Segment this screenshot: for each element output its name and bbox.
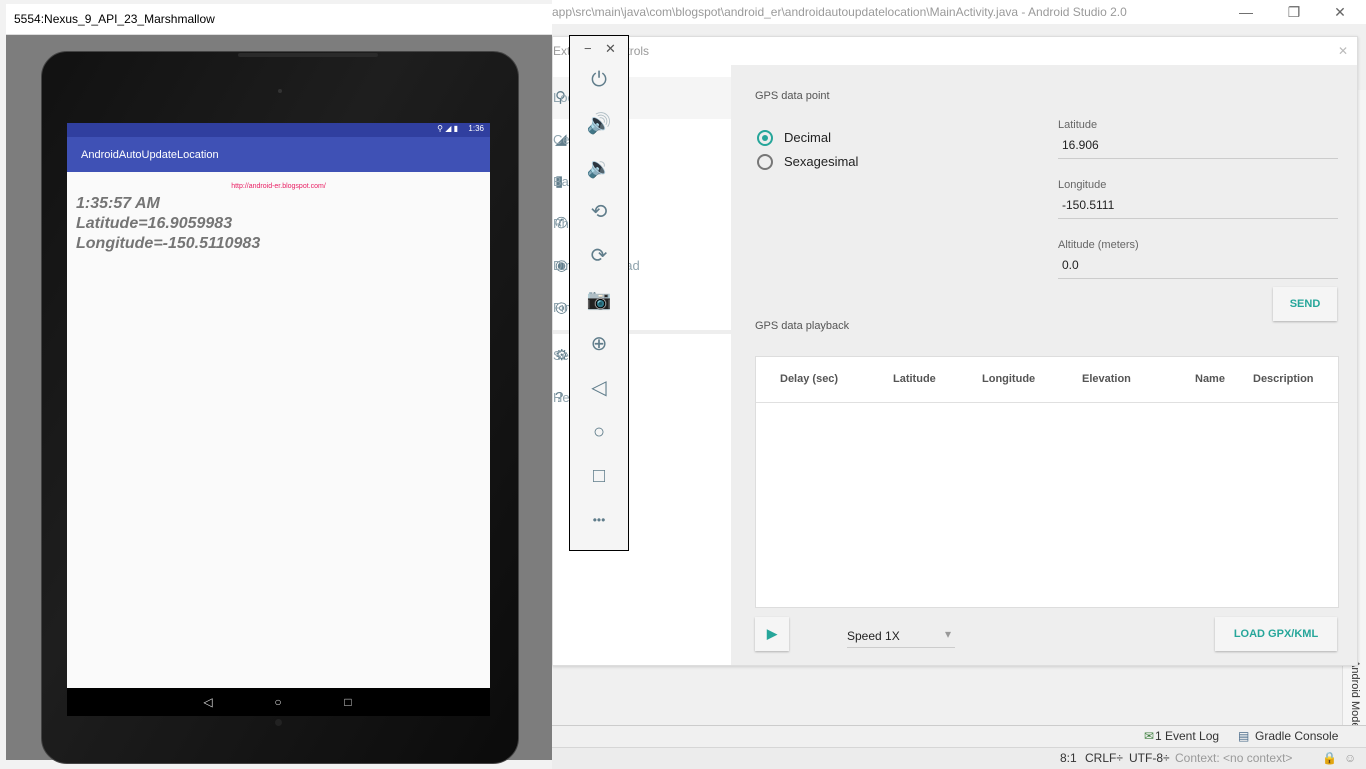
gradle-console-icon: ▤ [1238,729,1250,743]
emulator-title: 5554:Nexus_9_API_23_Marshmallow [14,12,215,26]
window-title: app\src\main\java\com\blogspot\android_e… [552,5,1127,19]
device-screen[interactable]: ⚲ ◢ ▮ 1:36 AndroidAutoUpdateLocation htt… [67,123,490,688]
column-header-latitude[interactable]: Latitude [893,373,936,385]
nav-recent-icon[interactable]: □ [339,693,357,711]
zoom-icon[interactable]: ⊕ [584,329,614,359]
line-separator[interactable]: CRLF÷ [1085,751,1123,765]
gps-playback-table[interactable]: Delay (sec) Latitude Longitude Elevation… [755,356,1339,608]
play-icon: ▶ [767,626,777,641]
table-header-divider [756,402,1338,403]
latitude-text: Latitude=16.9059983 [76,215,233,232]
longitude-field[interactable]: -150.5111 [1058,195,1338,219]
device-frame: ⚲ ◢ ▮ 1:36 AndroidAutoUpdateLocation htt… [41,51,519,764]
column-header-name[interactable]: Name [1195,373,1225,385]
speed-select[interactable]: Speed 1X ▾ [847,625,955,648]
event-log-icon: ✉ [1144,729,1155,743]
app-title: AndroidAutoUpdateLocation [81,149,219,161]
extended-controls-titlebar: Extended controls ✕ [553,37,1357,65]
send-button[interactable]: SEND [1273,287,1337,321]
blog-link[interactable]: http://android-er.blogspot.com/ [67,183,490,190]
gps-point-title: GPS data point [755,90,830,102]
sexagesimal-radio[interactable] [757,154,773,170]
home-icon[interactable]: ○ [584,417,614,447]
android-nav-bar: ◁ ○ □ [67,688,490,716]
emulator-titlebar: 5554:Nexus_9_API_23_Marshmallow [6,4,552,35]
column-header-elevation[interactable]: Elevation [1082,373,1131,385]
play-button[interactable]: ▶ [755,617,789,651]
speaker-grille [238,53,378,57]
close-window-button[interactable]: ✕ [1320,2,1360,22]
altitude-field[interactable]: 0.0 [1058,255,1338,279]
extended-controls-window: Extended controls ✕ ⚲ Location ◢ Cellula… [552,36,1358,666]
more-icon[interactable]: ••• [584,505,614,535]
column-header-description[interactable]: Description [1253,373,1314,385]
minimize-window-button[interactable]: — [1226,2,1266,22]
overview-icon[interactable]: □ [584,461,614,491]
decimal-radio-label[interactable]: Decimal [784,130,831,145]
column-header-delay[interactable]: Delay (sec) [780,373,838,385]
column-header-longitude[interactable]: Longitude [982,373,1035,385]
device-sensor [275,719,282,726]
gradle-console-button[interactable]: Gradle Console [1255,729,1338,743]
altitude-label: Altitude (meters) [1058,239,1139,251]
close-icon[interactable]: ✕ [1335,43,1351,59]
notifications-icon[interactable]: ☺ [1344,751,1356,765]
decimal-radio[interactable] [757,130,773,146]
latitude-field[interactable]: 16.906 [1058,135,1338,159]
event-log-badge: 1 [1155,729,1162,743]
speed-value: Speed 1X [847,629,900,643]
power-icon[interactable]: ⏻ [584,65,614,95]
app-action-bar: AndroidAutoUpdateLocation [67,137,490,172]
status-bar: 8:1 CRLF÷ UTF-8÷ Context: <no context> 🔒… [552,747,1366,769]
status-icons: ⚲ ◢ ▮ [437,124,458,133]
cursor-position[interactable]: 8:1 [1060,751,1077,765]
event-log-button[interactable]: Event Log [1165,729,1219,743]
file-encoding[interactable]: UTF-8÷ [1129,751,1170,765]
longitude-text: Longitude=-150.5110983 [76,235,261,252]
camera-icon[interactable]: 📷 [584,285,614,315]
volume-up-icon[interactable]: 🔊 [584,109,614,139]
rotate-right-icon[interactable]: ⟳ [584,241,614,271]
status-time: 1:36 [468,124,484,133]
back-icon[interactable]: ◁ [584,373,614,403]
android-studio-titlebar: app\src\main\java\com\blogspot\android_e… [552,0,1366,24]
longitude-label: Longitude [1058,179,1107,191]
android-model-label: Android Model [1349,660,1361,731]
nav-back-icon[interactable]: ◁ [199,693,217,711]
gps-playback-title: GPS data playback [755,320,850,332]
front-camera [278,89,282,93]
close-icon[interactable]: ✕ [605,41,616,57]
location-panel: GPS data point Decimal Sexagesimal Latit… [731,65,1357,665]
minimize-icon[interactable]: − [584,41,592,56]
time-text: 1:35:57 AM [76,195,160,212]
rotate-left-icon[interactable]: ⟲ [584,197,614,227]
sexagesimal-radio-label[interactable]: Sexagesimal [784,154,858,169]
nav-home-icon[interactable]: ○ [269,693,287,711]
android-model-tool-tab[interactable]: Android Model [1343,660,1365,731]
latitude-label: Latitude [1058,119,1098,131]
chevron-down-icon: ▾ [944,627,951,641]
lock-icon[interactable]: 🔒 [1322,751,1337,765]
context-indicator: Context: <no context> [1175,751,1293,765]
restore-window-button[interactable]: ❐ [1274,2,1314,22]
emulator-toolbar: − ✕ ⏻ 🔊 🔉 ⟲ ⟳ 📷 ⊕ ◁ ○ □ ••• [569,35,629,551]
bottom-tool-bar: ✉ 1 Event Log ▤ Gradle Console [552,725,1366,748]
load-gpx-kml-button[interactable]: LOAD GPX/KML [1215,617,1337,651]
android-status-bar: ⚲ ◢ ▮ 1:36 [67,123,490,137]
emulator-window: 5554:Nexus_9_API_23_Marshmallow ⚲ ◢ ▮ 1:… [6,4,552,764]
volume-down-icon[interactable]: 🔉 [584,153,614,183]
